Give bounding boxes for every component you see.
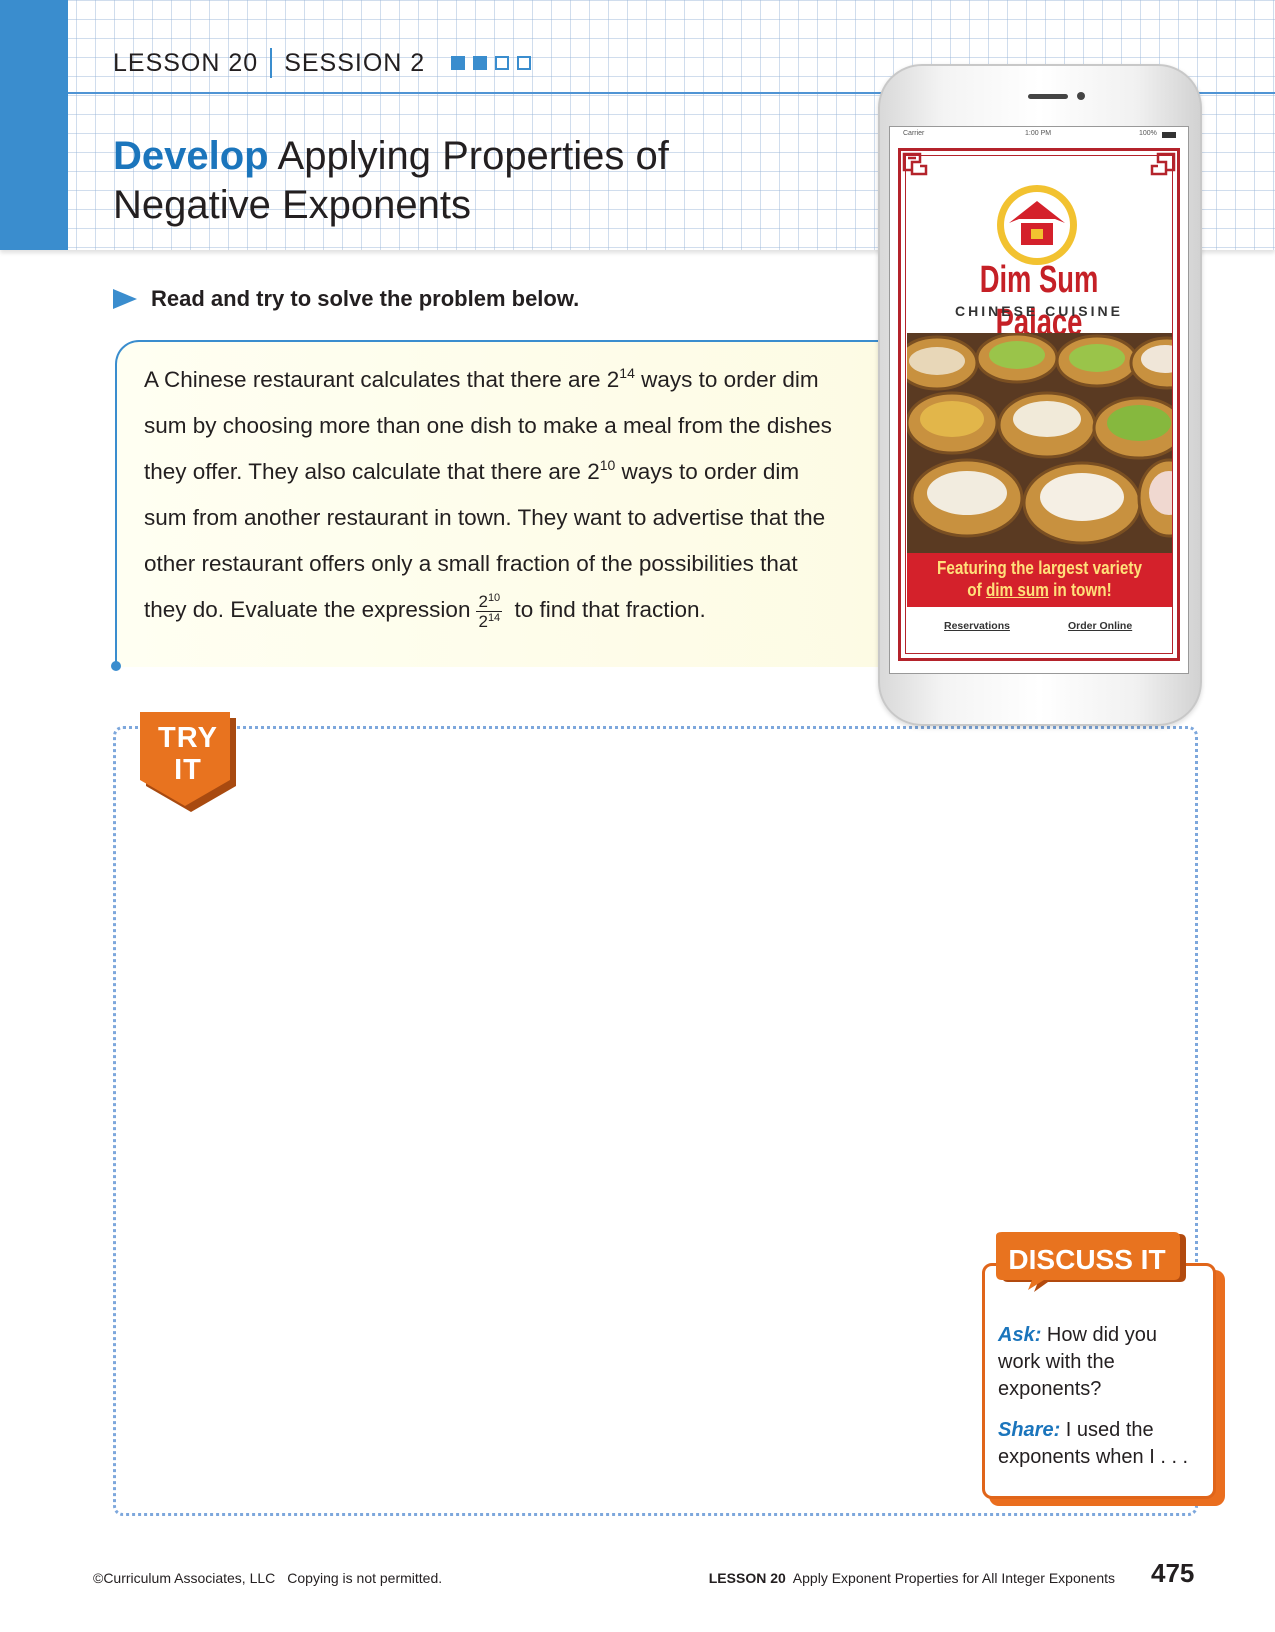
corner-ornament-icon bbox=[1150, 152, 1176, 176]
share-label: Share: bbox=[998, 1419, 1061, 1441]
copyright-text: ©Curriculum Associates, LLC bbox=[93, 1570, 276, 1586]
problem-text-part: A Chinese restaurant calculates that the… bbox=[144, 367, 620, 392]
banner-dimsum: dim sum bbox=[985, 580, 1049, 600]
lesson-session-line: LESSON 20 SESSION 2 bbox=[113, 48, 532, 78]
progress-square-empty bbox=[495, 56, 510, 70]
discuss-prompts: Ask: How did you work with the exponents… bbox=[998, 1322, 1198, 1485]
copy-notice: Copying is not permitted. bbox=[287, 1570, 443, 1586]
problem-box-dot bbox=[111, 661, 121, 671]
arrow-right-icon bbox=[113, 289, 137, 309]
exponent: 14 bbox=[619, 365, 635, 381]
phone-camera bbox=[1077, 92, 1085, 100]
banner-intown: in town! bbox=[1048, 580, 1112, 600]
title-line1: Applying Properties of bbox=[277, 134, 669, 178]
carrier-label: Carrier bbox=[903, 130, 925, 137]
footer-lesson-title: Apply Exponent Properties for All Intege… bbox=[792, 1570, 1115, 1586]
banner-of: of bbox=[967, 580, 986, 600]
page-title: Develop Applying Properties of Negative … bbox=[113, 132, 669, 230]
corner-ornament-icon bbox=[902, 152, 928, 176]
dim-sum-photo bbox=[907, 333, 1172, 553]
phone-speaker bbox=[1028, 94, 1068, 99]
blue-side-tab bbox=[0, 0, 68, 250]
exponent: 10 bbox=[599, 457, 616, 473]
divider bbox=[270, 48, 273, 78]
progress-square-empty bbox=[517, 56, 532, 70]
discuss-title: DISCUSS IT bbox=[1008, 1244, 1166, 1275]
reservations-link: Reservations bbox=[944, 620, 1010, 632]
restaurant-subtitle: CHINESE CUISINE bbox=[955, 303, 1123, 319]
banner-line1: Featuring the largest variety bbox=[937, 558, 1142, 578]
fraction-expression: 210 214 bbox=[476, 591, 503, 631]
instruction: Read and try to solve the problem below. bbox=[113, 286, 579, 312]
footer-lesson: LESSON 20 Apply Exponent Properties for … bbox=[709, 1570, 1115, 1586]
numerator-base: 2 bbox=[478, 591, 488, 611]
session-progress bbox=[451, 56, 532, 70]
ask-label: Ask: bbox=[998, 1324, 1042, 1346]
title-line2: Negative Exponents bbox=[113, 183, 472, 227]
denominator-exponent: 14 bbox=[487, 611, 501, 624]
footer-copyright: ©Curriculum Associates, LLC Copying is no… bbox=[93, 1570, 442, 1586]
fraction-numerator: 210 bbox=[476, 591, 503, 612]
instruction-text: Read and try to solve the problem below. bbox=[151, 286, 580, 311]
lesson-label: LESSON 20 bbox=[113, 48, 259, 77]
problem-text: A Chinese restaurant calculates that the… bbox=[144, 357, 844, 633]
progress-square-filled bbox=[473, 56, 488, 70]
progress-square-filled bbox=[451, 56, 466, 70]
try-label: TRY bbox=[158, 722, 218, 754]
problem-text-part: to find that fraction. bbox=[508, 597, 706, 622]
session-label: SESSION 2 bbox=[284, 48, 426, 77]
phone-status-bar: Carrier 1:00 PM 100% bbox=[889, 128, 1189, 142]
battery-label: 100% bbox=[1139, 130, 1157, 137]
numerator-exponent: 10 bbox=[487, 591, 501, 604]
time-label: 1:00 PM bbox=[1025, 130, 1052, 137]
page-number: 475 bbox=[1151, 1558, 1195, 1588]
fraction-denominator: 214 bbox=[476, 612, 502, 631]
order-online-link: Order Online bbox=[1068, 620, 1133, 632]
pagoda-logo-icon bbox=[997, 185, 1077, 265]
it-label: IT bbox=[174, 754, 202, 786]
denominator-base: 2 bbox=[478, 611, 488, 631]
footer-lesson-label: LESSON 20 bbox=[708, 1570, 786, 1586]
promo-banner-text: Featuring the largest variety of dim sum… bbox=[927, 557, 1152, 601]
title-develop: Develop bbox=[113, 134, 269, 178]
battery-icon bbox=[1162, 132, 1176, 138]
try-it-label: TRY IT bbox=[140, 722, 236, 786]
